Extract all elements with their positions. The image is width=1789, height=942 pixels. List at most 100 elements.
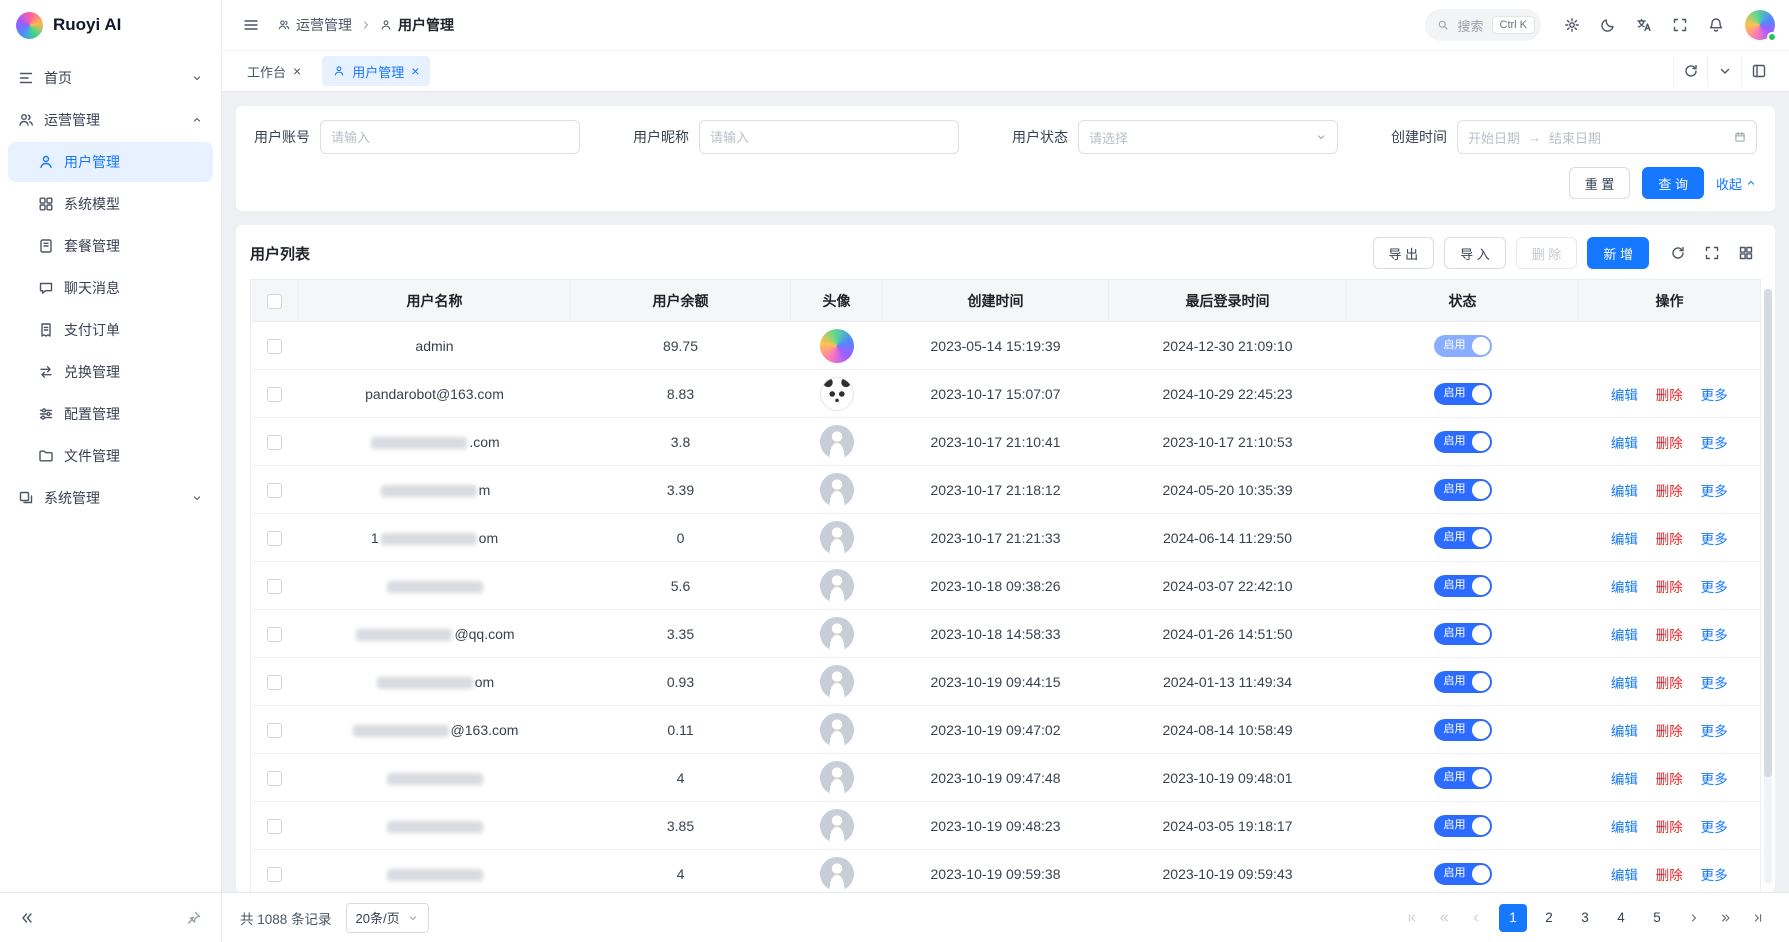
column-settings-button[interactable] [1731,238,1761,268]
delete-link[interactable]: 删除 [1656,484,1683,499]
more-link[interactable]: 更多 [1701,724,1728,739]
settings-button[interactable] [1557,10,1587,40]
delete-link[interactable]: 删除 [1656,772,1683,787]
edit-link[interactable]: 编辑 [1611,388,1638,403]
sidebar-item-operations[interactable]: 运营管理 [8,100,213,140]
more-link[interactable]: 更多 [1701,772,1728,787]
status-toggle[interactable]: 启用 [1434,863,1492,885]
status-toggle[interactable]: 启用 [1434,335,1492,357]
delete-link[interactable]: 删除 [1656,532,1683,547]
row-checkbox[interactable] [267,435,282,450]
tab-user-management[interactable]: 用户管理 × [322,56,430,86]
status-toggle[interactable]: 启用 [1434,719,1492,741]
more-link[interactable]: 更多 [1701,436,1728,451]
fast-prev-button[interactable] [1431,905,1457,931]
sidebar-item-exchange-management[interactable]: 兑换管理 [8,352,213,392]
more-link[interactable]: 更多 [1701,868,1728,883]
table-fullscreen-button[interactable] [1697,238,1727,268]
row-checkbox[interactable] [267,723,282,738]
status-toggle[interactable]: 启用 [1434,527,1492,549]
user-avatar-button[interactable] [1745,10,1775,40]
status-select[interactable]: 请选择 [1078,120,1338,154]
add-button[interactable]: 新 增 [1587,237,1649,269]
collapse-sidebar-button[interactable] [12,903,42,933]
row-checkbox[interactable] [267,531,282,546]
breadcrumb-operations[interactable]: 运营管理 [278,15,352,35]
last-page-button[interactable] [1745,905,1771,931]
hamburger-menu-button[interactable] [236,10,266,40]
sidebar-item-config-management[interactable]: 配置管理 [8,394,213,434]
edit-link[interactable]: 编辑 [1611,532,1638,547]
page-button-4[interactable]: 4 [1607,904,1635,932]
refresh-page-button[interactable] [1673,56,1707,86]
content-fullscreen-button[interactable] [1741,56,1775,86]
delete-link[interactable]: 删除 [1656,868,1683,883]
status-toggle[interactable]: 启用 [1434,815,1492,837]
export-button[interactable]: 导 出 [1373,237,1435,269]
row-checkbox[interactable] [267,675,282,690]
collapse-filters-link[interactable]: 收起 [1716,174,1757,193]
row-checkbox[interactable] [267,579,282,594]
sidebar-item-file-management[interactable]: 文件管理 [8,436,213,476]
status-toggle[interactable]: 启用 [1434,383,1492,405]
row-checkbox[interactable] [267,387,282,402]
sidebar-item-user-management[interactable]: 用户管理 [8,142,213,182]
row-checkbox[interactable] [267,483,282,498]
delete-link[interactable]: 删除 [1656,580,1683,595]
more-link[interactable]: 更多 [1701,388,1728,403]
more-link[interactable]: 更多 [1701,484,1728,499]
delete-link[interactable]: 删除 [1656,676,1683,691]
delete-button[interactable]: 删 除 [1516,237,1578,269]
edit-link[interactable]: 编辑 [1611,676,1638,691]
delete-link[interactable]: 删除 [1656,436,1683,451]
edit-link[interactable]: 编辑 [1611,484,1638,499]
tab-options-button[interactable] [1707,56,1741,86]
select-all-checkbox[interactable] [267,294,282,309]
fast-next-button[interactable] [1713,905,1739,931]
sidebar-item-system-model[interactable]: 系统模型 [8,184,213,224]
page-button-3[interactable]: 3 [1571,904,1599,932]
delete-link[interactable]: 删除 [1656,388,1683,403]
row-checkbox[interactable] [267,867,282,882]
status-toggle[interactable]: 启用 [1434,479,1492,501]
edit-link[interactable]: 编辑 [1611,772,1638,787]
language-button[interactable] [1629,10,1659,40]
edit-link[interactable]: 编辑 [1611,820,1638,835]
delete-link[interactable]: 删除 [1656,724,1683,739]
page-button-5[interactable]: 5 [1643,904,1671,932]
status-toggle[interactable]: 启用 [1434,767,1492,789]
page-button-1[interactable]: 1 [1499,904,1527,932]
edit-link[interactable]: 编辑 [1611,868,1638,883]
next-page-button[interactable] [1681,905,1707,931]
tab-workbench[interactable]: 工作台 × [236,56,312,86]
row-checkbox[interactable] [267,771,282,786]
date-range-picker[interactable]: 开始日期 → 结束日期 [1457,120,1757,154]
pin-sidebar-button[interactable] [179,903,209,933]
more-link[interactable]: 更多 [1701,676,1728,691]
more-link[interactable]: 更多 [1701,628,1728,643]
table-scrollbar[interactable] [1764,289,1772,884]
theme-toggle-button[interactable] [1593,10,1623,40]
edit-link[interactable]: 编辑 [1611,724,1638,739]
edit-link[interactable]: 编辑 [1611,628,1638,643]
sidebar-item-home[interactable]: 首页 [8,58,213,98]
notifications-button[interactable] [1701,10,1731,40]
sidebar-item-chat-messages[interactable]: 聊天消息 [8,268,213,308]
more-link[interactable]: 更多 [1701,532,1728,547]
reset-button[interactable]: 重 置 [1569,167,1631,199]
status-toggle[interactable]: 启用 [1434,671,1492,693]
status-toggle[interactable]: 启用 [1434,575,1492,597]
search-button[interactable]: 查 询 [1642,167,1704,199]
refresh-table-button[interactable] [1663,238,1693,268]
sidebar-item-package-management[interactable]: 套餐管理 [8,226,213,266]
more-link[interactable]: 更多 [1701,580,1728,595]
sidebar-item-payment-orders[interactable]: 支付订单 [8,310,213,350]
page-button-2[interactable]: 2 [1535,904,1563,932]
more-link[interactable]: 更多 [1701,820,1728,835]
first-page-button[interactable] [1399,905,1425,931]
close-tab-icon[interactable]: × [293,64,301,78]
row-checkbox[interactable] [267,627,282,642]
account-input[interactable] [320,120,580,154]
nickname-input[interactable] [699,120,959,154]
delete-link[interactable]: 删除 [1656,628,1683,643]
